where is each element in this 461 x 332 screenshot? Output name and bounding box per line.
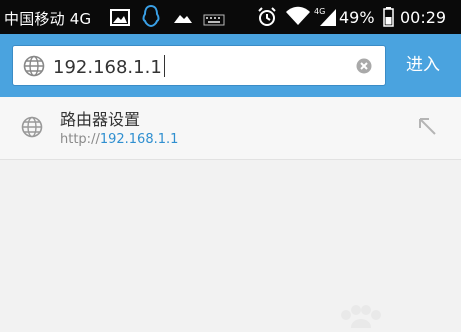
clear-icon[interactable] [356, 58, 372, 78]
text-cursor [163, 55, 165, 77]
globe-icon [23, 55, 45, 81]
go-button[interactable]: 进入 [396, 48, 450, 82]
globe-icon [21, 116, 43, 142]
suggestion-url-prefix: http:// [60, 132, 100, 147]
address-toolbar: 192.168.1.1 进入 [0, 34, 461, 97]
alarm-icon [257, 7, 277, 31]
cloud-icon [172, 10, 194, 29]
signal-icon: 4G [314, 6, 336, 30]
suggestion-item[interactable]: 路由器设置 http://192.168.1.1 [0, 97, 461, 160]
carrier-label: 中国移动 4G [4, 10, 92, 28]
image-icon [110, 9, 130, 30]
signal-label: 4G [314, 7, 325, 16]
qq-icon [142, 4, 160, 31]
address-bar[interactable]: 192.168.1.1 [12, 45, 386, 86]
suggestion-url: http://192.168.1.1 [60, 132, 178, 147]
suggestion-url-host: 192.168.1.1 [99, 132, 179, 147]
battery-icon [383, 7, 394, 31]
battery-percent: 49% [339, 8, 375, 27]
suggestion-title: 路由器设置 [60, 110, 141, 129]
fill-arrow-icon[interactable] [416, 115, 438, 141]
clock: 00:29 [400, 8, 447, 27]
wifi-icon [285, 6, 311, 30]
address-input[interactable]: 192.168.1.1 [53, 55, 165, 78]
address-value: 192.168.1.1 [53, 57, 162, 78]
status-bar: 中国移动 4G 4G 49% 00:29 [0, 0, 461, 34]
keyboard-icon [203, 11, 225, 30]
